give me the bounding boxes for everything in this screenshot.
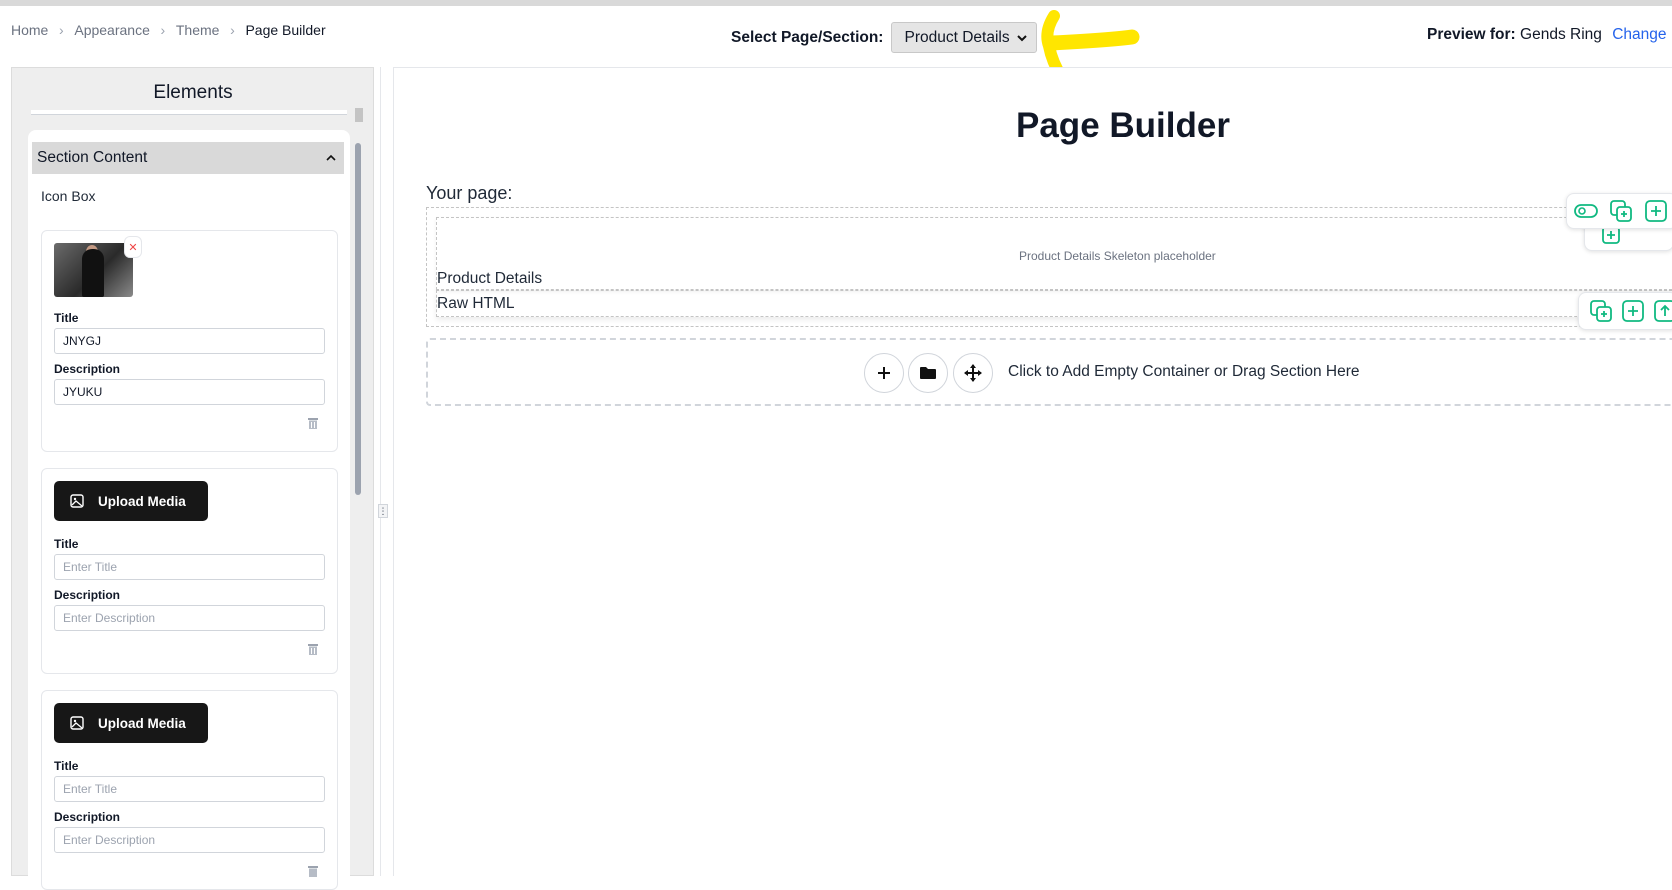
preview-label: Preview for:: [1427, 26, 1516, 43]
raw-html-label: Raw HTML: [437, 295, 515, 312]
thumbnail-person-body: [82, 249, 104, 297]
page-title: Page Builder: [1016, 106, 1230, 145]
description-label: Description: [54, 810, 121, 824]
add-container-text: Click to Add Empty Container or Drag Sec…: [1008, 363, 1360, 380]
change-link[interactable]: Change: [1612, 26, 1666, 43]
chevron-right-icon: ›: [59, 22, 64, 38]
breadcrumb: Home › Appearance › Theme › Page Builder: [11, 22, 326, 38]
chevron-up-icon: [326, 154, 336, 161]
add-container-button[interactable]: [864, 353, 904, 393]
move-up-icon[interactable]: [1653, 297, 1672, 325]
title-label: Title: [54, 311, 79, 325]
breadcrumb-home[interactable]: Home: [11, 22, 48, 38]
description-input[interactable]: [54, 605, 325, 631]
drag-handle-icon[interactable]: ⋮: [378, 504, 388, 518]
upload-media-label: Upload Media: [98, 715, 186, 731]
page-section-select[interactable]: Product Details: [891, 22, 1038, 53]
add-section-icon[interactable]: [1621, 297, 1645, 325]
panel-splitter: [380, 67, 381, 876]
media-thumbnail: [54, 243, 133, 297]
breadcrumb-page-builder: Page Builder: [245, 22, 326, 38]
page-canvas: [393, 67, 1672, 876]
icon-box-label: Icon Box: [41, 188, 96, 204]
description-label: Description: [54, 588, 121, 602]
title-label: Title: [54, 759, 79, 773]
page-select-label: Select Page/Section:: [731, 28, 884, 46]
elements-title: Elements: [153, 82, 233, 103]
page-section-selector: Select Page/Section: Product Details: [731, 22, 1038, 53]
section-content-title: Section Content: [37, 149, 148, 166]
scrollbar-thumb[interactable]: [355, 108, 363, 122]
remove-media-button[interactable]: ✕: [124, 236, 142, 258]
title-input[interactable]: [54, 554, 325, 580]
preview-product: Gends Ring: [1520, 26, 1602, 43]
product-details-label: Product Details: [437, 270, 543, 287]
trash-icon[interactable]: [306, 642, 320, 656]
raw-html-toolbar: [1578, 292, 1672, 330]
duplicate-icon[interactable]: [1589, 297, 1613, 325]
move-arrows-icon: [964, 364, 982, 382]
upload-media-label: Upload Media: [98, 493, 186, 509]
add-section-icon[interactable]: [1642, 197, 1669, 225]
preview-for: Preview for: Gends Ring Change: [1427, 26, 1667, 44]
description-input[interactable]: [54, 827, 325, 853]
icon-box-item: ✕ Title JNYGJ Description JYUKU: [41, 230, 338, 452]
chevron-down-icon: [1017, 35, 1028, 42]
image-icon: [70, 494, 84, 508]
plus-icon: [878, 367, 890, 379]
container-toolbar: [1566, 193, 1672, 229]
open-templates-button[interactable]: [908, 353, 948, 393]
upload-media-button[interactable]: Upload Media: [54, 481, 208, 521]
skeleton-placeholder-text: Product Details Skeleton placeholder: [1019, 249, 1216, 263]
elements-search-strip: [31, 110, 347, 115]
top-strip: [0, 0, 1672, 6]
breadcrumb-theme[interactable]: Theme: [176, 22, 220, 38]
icon-box-item: Upload Media Title Description: [41, 690, 338, 890]
title-input[interactable]: [54, 776, 325, 802]
folder-icon: [920, 367, 936, 379]
duplicate-icon[interactable]: [1608, 197, 1635, 225]
chevron-right-icon: ›: [160, 22, 166, 38]
icon-box-item: Upload Media Title Description: [41, 468, 338, 674]
section-content-accordion[interactable]: Section Content: [32, 142, 344, 174]
page-select-value: Product Details: [904, 28, 1010, 46]
description-input[interactable]: JYUKU: [54, 379, 325, 405]
upload-media-button[interactable]: Upload Media: [54, 703, 208, 743]
scrollbar[interactable]: [355, 143, 361, 495]
title-label: Title: [54, 537, 79, 551]
your-page-label: Your page:: [426, 183, 513, 203]
move-section-button[interactable]: [953, 353, 993, 393]
title-input[interactable]: JNYGJ: [54, 328, 325, 354]
elements-panel: Elements Section Content Icon Box ✕ Titl…: [11, 67, 374, 890]
raw-html-section[interactable]: [436, 290, 1672, 317]
toggle-visibility-icon[interactable]: [1573, 197, 1600, 225]
image-icon: [70, 716, 84, 730]
trash-icon[interactable]: [306, 416, 320, 430]
description-label: Description: [54, 362, 121, 376]
chevron-right-icon: ›: [230, 22, 235, 38]
breadcrumb-appearance[interactable]: Appearance: [74, 22, 150, 38]
